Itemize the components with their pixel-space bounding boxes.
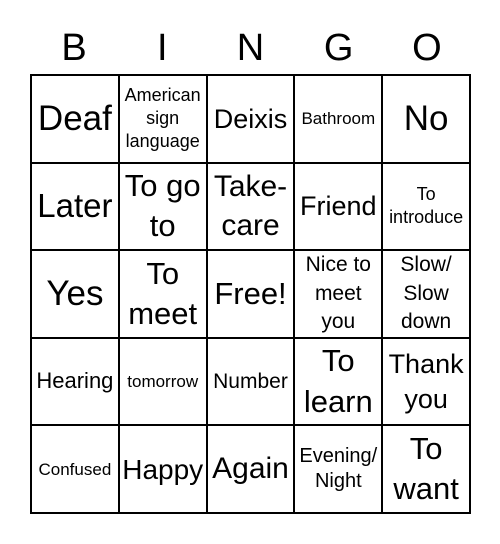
header-letter-i: I — [157, 27, 168, 69]
bingo-cell: To want — [382, 425, 470, 513]
bingo-cell: Slow/ Slow down — [382, 250, 470, 338]
bingo-grid: Deaf American sign language Deixis Bathr… — [30, 74, 471, 514]
bingo-cell: To go to — [118, 162, 207, 251]
header-letter-n: N — [236, 27, 265, 69]
bingo-cell: tomorrow — [118, 337, 207, 426]
bingo-cell: No — [382, 75, 470, 163]
bingo-cell: Happy — [118, 425, 207, 513]
bingo-cell: To meet — [118, 250, 207, 338]
bingo-cell: Hearing — [31, 337, 119, 426]
bingo-cell: Number — [206, 337, 295, 426]
bingo-cell: Confused — [31, 425, 119, 513]
bingo-cell: To learn — [294, 337, 383, 426]
bingo-cell: To introduce — [382, 162, 470, 251]
bingo-cell: Deaf — [31, 75, 119, 163]
header-letter-g: G — [323, 27, 354, 69]
bingo-cell: Deixis — [206, 75, 295, 163]
bingo-cell: Nice to meet you — [294, 250, 383, 338]
bingo-cell: Yes — [31, 250, 119, 338]
bingo-cell: Free! — [206, 250, 295, 338]
bingo-cell: Again — [206, 425, 295, 513]
bingo-cell: Bathroom — [294, 75, 383, 163]
bingo-cell: Friend — [294, 162, 383, 251]
header-letter-b: B — [61, 27, 87, 69]
bingo-cell: Later — [31, 162, 119, 251]
bingo-cell: Thank you — [382, 337, 470, 426]
bingo-cell: American sign language — [118, 75, 207, 163]
bingo-cell: Take-care — [206, 162, 295, 251]
bingo-header: B I N G O — [30, 22, 471, 74]
header-letter-o: O — [412, 27, 442, 69]
bingo-cell: Evening/ Night — [294, 425, 383, 513]
